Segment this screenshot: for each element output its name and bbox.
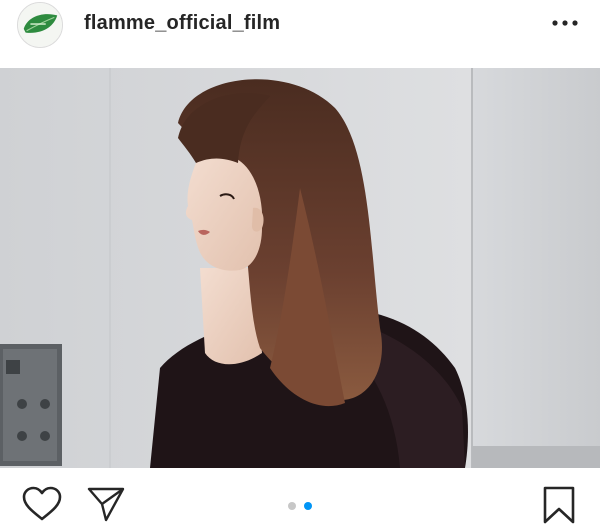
carousel-dot-active [304,502,312,510]
post-header: flamme_official_film [0,0,600,68]
save-button[interactable] [540,485,578,525]
bookmark-outline-icon [543,486,575,524]
more-horizontal-icon [552,20,578,26]
carousel-dot [288,502,296,510]
heart-outline-icon [22,486,62,521]
like-button[interactable] [22,486,62,522]
post-actions-bar [0,468,600,531]
post-username[interactable]: flamme_official_film [84,11,280,35]
leaf-logo-icon [18,3,62,47]
post-photo[interactable] [0,68,600,468]
share-button[interactable] [86,486,126,522]
paper-plane-icon [87,487,125,522]
profile-avatar[interactable] [17,2,63,48]
more-options-button[interactable] [548,10,582,36]
carousel-indicator [285,502,325,510]
portrait-photo [0,68,600,468]
